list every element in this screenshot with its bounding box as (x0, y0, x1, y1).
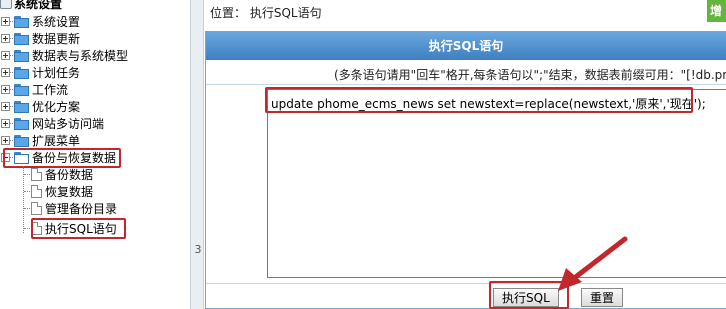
sql-panel: 执行SQL语句 (多条语句请用"回车"格开,每条语句以";"结束，数据表前缀可用… (205, 31, 726, 309)
hint-text: (多条语句请用"回车"格开,每条语句以";"结束，数据表前缀可用："[!db.p… (334, 68, 726, 82)
nav-tree: 系统设置 系统设置 数据更新 数据表与系统模型 计划任务 工作流 优化方案 网站… (0, 0, 190, 309)
tree-item-optimization[interactable]: 优化方案 (0, 98, 80, 115)
folder-icon (14, 15, 29, 28)
expand-icon[interactable] (1, 34, 10, 43)
breadcrumb: 位置： 执行SQL语句 (210, 4, 322, 21)
frame-splitter[interactable]: 3 (190, 0, 204, 309)
folder-icon (14, 66, 29, 79)
execute-sql-button[interactable]: 执行SQL (493, 288, 559, 307)
document-icon (31, 185, 42, 198)
document-icon (31, 168, 42, 181)
expand-icon[interactable] (1, 17, 10, 26)
location-text: 执行SQL语句 (249, 6, 322, 20)
tree-item-system-settings[interactable]: 系统设置 (0, 13, 80, 30)
expand-icon[interactable] (1, 68, 10, 77)
tree-item-data-tables[interactable]: 数据表与系统模型 (0, 47, 128, 64)
splitter-number: 3 (194, 243, 202, 256)
panel-title: 执行SQL语句 (206, 32, 726, 60)
tree-root[interactable]: 系统设置 (0, 0, 63, 11)
tree-item-data-update[interactable]: 数据更新 (0, 30, 80, 47)
tree-item-extension-menu[interactable]: 扩展菜单 (0, 132, 80, 149)
folder-icon (14, 83, 29, 96)
highlight-backup-restore (3, 148, 121, 168)
expand-icon[interactable] (1, 136, 10, 145)
tree-item-workflow[interactable]: 工作流 (0, 81, 68, 98)
tree-root-label: 系统设置 (14, 0, 63, 11)
expand-icon[interactable] (1, 102, 10, 111)
expand-icon[interactable] (1, 85, 10, 94)
folder-icon (14, 117, 29, 130)
folder-icon (14, 134, 29, 147)
main-content: 位置： 执行SQL语句 增 执行SQL语句 (多条语句请用"回车"格开,每条语句… (204, 0, 726, 309)
tree-child-backup-data[interactable]: 备份数据 (24, 166, 93, 183)
location-label: 位置： (210, 6, 247, 20)
tree-child-restore-data[interactable]: 恢复数据 (24, 183, 93, 200)
expand-icon[interactable] (1, 51, 10, 60)
reset-button[interactable]: 重置 (581, 288, 624, 307)
add-button[interactable]: 增 (707, 0, 726, 22)
expand-icon[interactable] (1, 119, 10, 128)
monitor-icon (0, 0, 12, 9)
document-icon (31, 202, 42, 215)
highlight-execute-sql (31, 218, 126, 239)
tree-item-scheduled-tasks[interactable]: 计划任务 (0, 64, 80, 81)
folder-icon (14, 100, 29, 113)
divider-line (206, 283, 726, 284)
sql-textarea[interactable]: update phome_ecms_news set newstext=repl… (267, 89, 726, 278)
folder-icon (14, 49, 29, 62)
divider-line (206, 84, 726, 85)
tree-child-manage-backup-dir[interactable]: 管理备份目录 (24, 200, 117, 217)
tree-item-multi-access[interactable]: 网站多访问端 (0, 115, 104, 132)
folder-icon (14, 32, 29, 45)
